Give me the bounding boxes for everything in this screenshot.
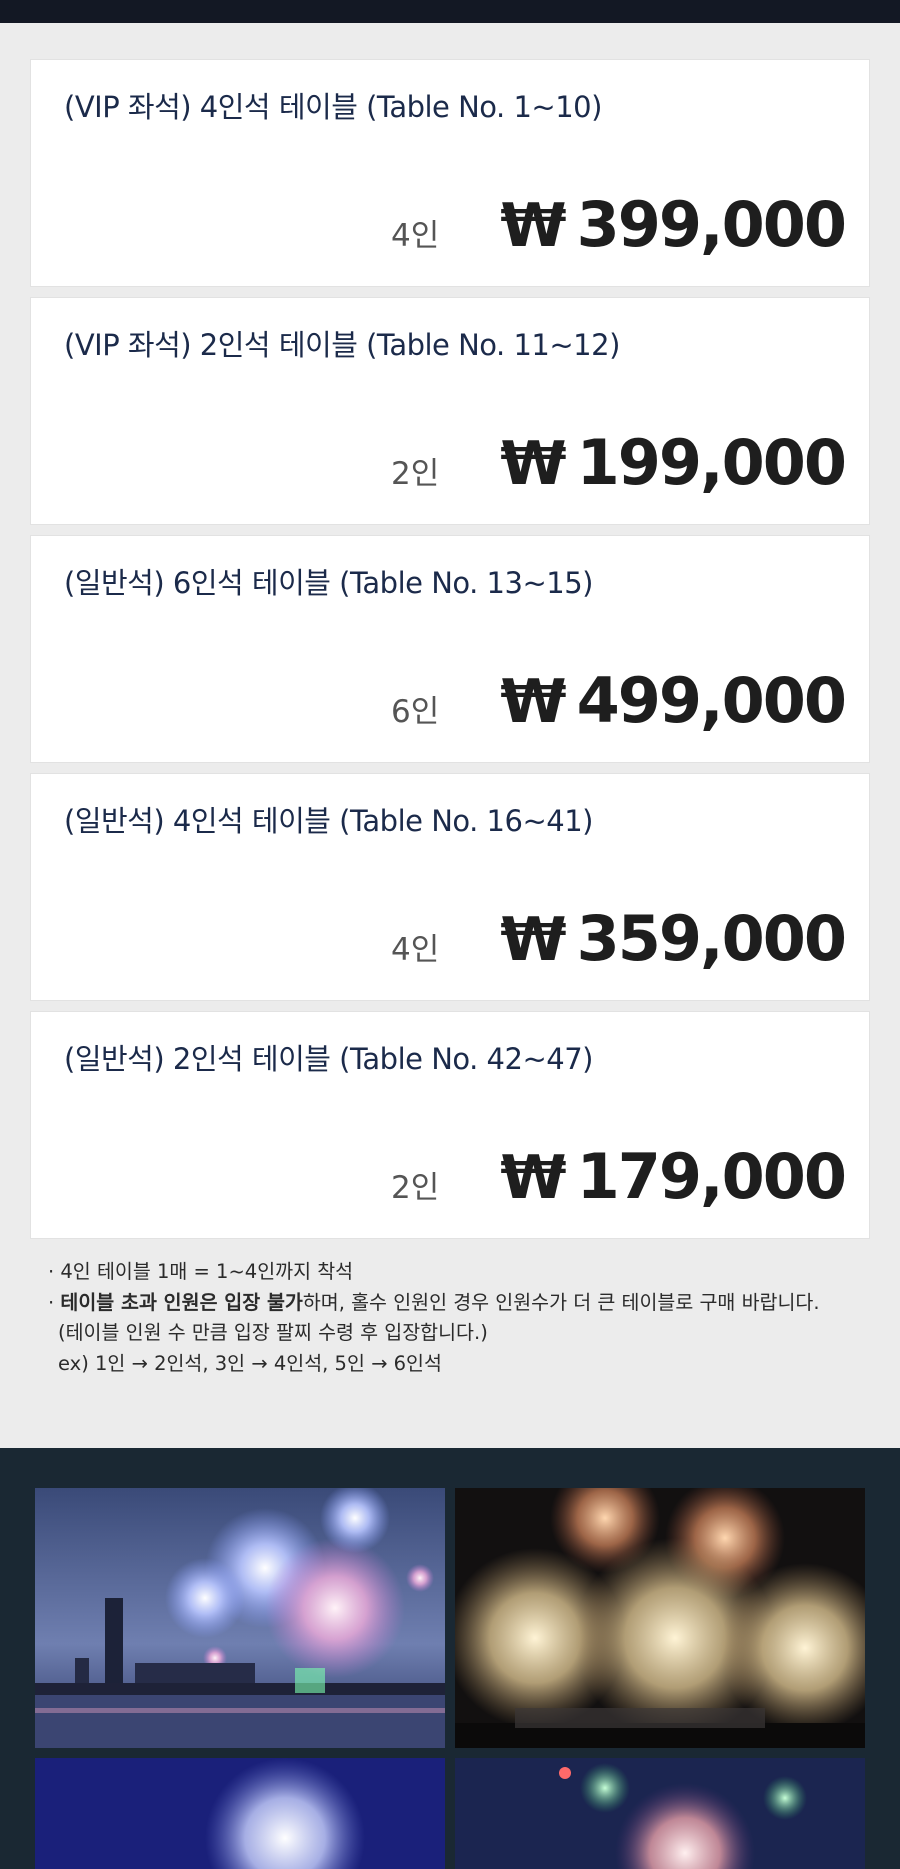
table-option-card[interactable]: (일반석) 6인석 테이블 (Table No. 13~15) 6인 ₩499,… — [30, 535, 870, 763]
price-value: 359,000 — [576, 902, 847, 975]
fireworks-photo-city — [35, 1488, 445, 1748]
price-value: 499,000 — [576, 664, 847, 737]
note-emphasis: 테이블 초과 인원은 입장 불가 — [60, 1290, 303, 1314]
won-symbol: ₩ — [500, 429, 566, 499]
price-value: 399,000 — [576, 188, 847, 261]
top-bar — [0, 0, 900, 23]
fireworks-photo-green — [455, 1758, 865, 1869]
table-option-price: ₩399,000 — [500, 188, 847, 261]
table-option-card[interactable]: (일반석) 4인석 테이블 (Table No. 16~41) 4인 ₩359,… — [30, 773, 870, 1001]
table-option-people: 2인 — [391, 1170, 440, 1206]
table-option-people: 6인 — [391, 694, 440, 730]
note-line-3: (테이블 인원 수 만큼 입장 팔찌 수령 후 입장합니다.) — [58, 1321, 488, 1344]
table-option-card[interactable]: (VIP 좌석) 4인석 테이블 (Table No. 1~10) 4인 ₩39… — [30, 59, 870, 287]
fireworks-gallery — [0, 1448, 900, 1869]
seating-notes: · 4인 테이블 1매 = 1~4인까지 착석 · 테이블 초과 인원은 입장 … — [48, 1257, 820, 1379]
won-symbol: ₩ — [500, 667, 566, 737]
fireworks-photo-blue — [35, 1758, 445, 1869]
note-line-4: ex) 1인 → 2인석, 3인 → 4인석, 5인 → 6인석 — [58, 1351, 442, 1375]
table-option-card[interactable]: (일반석) 2인석 테이블 (Table No. 42~47) 2인 ₩179,… — [30, 1011, 870, 1239]
table-option-people: 4인 — [391, 932, 440, 968]
note-line-2-rest: 하며, 홀수 인원인 경우 인원수가 더 큰 테이블로 구매 바랍니다. — [302, 1290, 820, 1314]
won-symbol: ₩ — [500, 1143, 566, 1213]
table-option-price: ₩359,000 — [500, 902, 847, 975]
table-option-title: (VIP 좌석) 2인석 테이블 (Table No. 11~12) — [64, 328, 620, 362]
table-option-price: ₩499,000 — [500, 664, 847, 737]
fireworks-photo-gold — [455, 1488, 865, 1748]
note-line-1: · 4인 테이블 1매 = 1~4인까지 착석 — [48, 1260, 354, 1283]
table-option-title: (일반석) 4인석 테이블 (Table No. 16~41) — [64, 804, 593, 838]
table-option-title: (일반석) 2인석 테이블 (Table No. 42~47) — [64, 1042, 593, 1076]
table-option-price: ₩199,000 — [500, 426, 847, 499]
note-bullet: · — [48, 1290, 61, 1314]
price-value: 179,000 — [576, 1140, 847, 1213]
won-symbol: ₩ — [500, 191, 566, 261]
won-symbol: ₩ — [500, 905, 566, 975]
table-option-people: 4인 — [391, 218, 440, 254]
table-option-card[interactable]: (VIP 좌석) 2인석 테이블 (Table No. 11~12) 2인 ₩1… — [30, 297, 870, 525]
table-option-price: ₩179,000 — [500, 1140, 847, 1213]
table-option-title: (VIP 좌석) 4인석 테이블 (Table No. 1~10) — [64, 90, 602, 124]
table-option-people: 2인 — [391, 456, 440, 492]
price-value: 199,000 — [576, 426, 847, 499]
table-option-title: (일반석) 6인석 테이블 (Table No. 13~15) — [64, 566, 593, 600]
note-line-2: · 테이블 초과 인원은 입장 불가하며, 홀수 인원인 경우 인원수가 더 큰… — [48, 1288, 820, 1319]
